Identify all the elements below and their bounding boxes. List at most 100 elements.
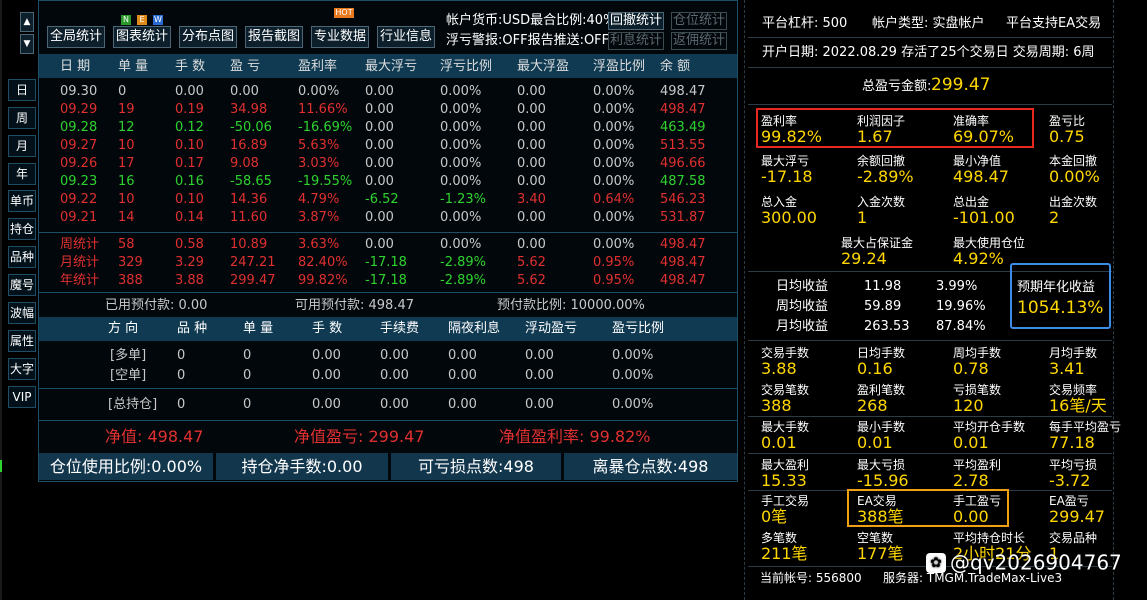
metric-value: 300.00	[761, 208, 817, 227]
metric-value: 0.78	[953, 359, 989, 378]
metric-label: 交易手数	[761, 346, 810, 360]
metric-label: 最大手数	[761, 420, 810, 434]
scroll-down-button[interactable]: ▼	[20, 34, 34, 54]
industry-info-button[interactable]: 行业信息	[377, 26, 435, 48]
metric-value: 211笔	[761, 544, 808, 563]
sidebar-item[interactable]: 属性	[8, 330, 36, 352]
position-header: 浮动盈亏	[525, 321, 578, 336]
metric-value: 0.01	[953, 433, 989, 452]
metric-value: 0.01	[857, 433, 893, 452]
table-cell: 16	[118, 174, 135, 189]
table-cell: 0.00	[517, 84, 546, 99]
table-cell: 0.00	[517, 210, 546, 225]
sidebar-item[interactable]: 单币	[8, 190, 36, 212]
table-cell: 0.00	[365, 84, 394, 99]
metric-label: 最小净值	[953, 154, 1002, 168]
sidebar-item[interactable]: 周	[8, 107, 36, 129]
metric-value: -3.72	[1049, 471, 1091, 490]
report-screenshot-button[interactable]: 报告截图	[245, 26, 303, 48]
sidebar-item[interactable]: 魔号	[8, 274, 36, 296]
highlight-box-red	[756, 108, 1034, 148]
metric-label: 月均手数	[1049, 346, 1098, 360]
table-cell: 0.16	[175, 174, 204, 189]
global-stats-button[interactable]: 全局统计	[47, 26, 105, 48]
metric-label: 手工交易	[761, 494, 810, 508]
table-cell: 09.28	[60, 120, 98, 135]
sidebar-item[interactable]: 日	[8, 79, 36, 101]
metric-label: 总入金	[761, 195, 798, 209]
sidebar-item[interactable]: 年	[8, 163, 36, 185]
avg-label: 月均收益	[776, 319, 829, 334]
metric-value: 299.47	[1049, 507, 1105, 526]
metric-label: 平均盈利	[953, 458, 1002, 472]
table-cell: 0.00%	[593, 102, 635, 117]
metric-label: 最大浮亏	[761, 154, 810, 168]
table-cell: 09.26	[60, 156, 98, 171]
distribution-chart-button[interactable]: 分布点图	[179, 26, 237, 48]
summary-cell: 3.63%	[298, 237, 340, 252]
metric-label: 平均开仓手数	[953, 420, 1026, 434]
position-cell: 0	[177, 368, 186, 383]
summary-cell: 10.89	[230, 237, 268, 252]
summary-cell: 299.47	[230, 273, 276, 288]
metric-value: 0.16	[857, 359, 893, 378]
position-cell: 0	[243, 368, 252, 383]
summary-cell: 498.47	[660, 273, 706, 288]
position-cell: 0.00%	[612, 368, 654, 383]
position-header: 手 数	[312, 321, 343, 336]
position-divider	[39, 388, 737, 389]
summary-cell: -17.18	[365, 255, 407, 270]
table-cell: 09.23	[60, 174, 98, 189]
highlight-box-orange	[847, 489, 1009, 527]
rebate-stats-button[interactable]: 返佣统计	[671, 32, 727, 50]
sidebar-item[interactable]: 品种	[8, 246, 36, 268]
table-cell: 0.17	[175, 156, 204, 171]
position-header: 手续费	[380, 321, 420, 336]
interest-stats-button[interactable]: 利息统计	[608, 32, 664, 50]
net-pl: 净值盈亏: 299.47	[294, 427, 425, 446]
pro-data-button[interactable]: 专业数据	[311, 26, 369, 48]
ea-support: 平台支持EA交易	[1006, 16, 1102, 31]
divider	[748, 104, 1112, 105]
drawdown-stats-button[interactable]: 回撤统计	[608, 12, 664, 30]
summary-cell: 388	[118, 273, 143, 288]
avg-percent: 19.96%	[936, 299, 986, 314]
sidebar-item[interactable]: 持仓	[8, 218, 36, 240]
position-header: 单 量	[243, 321, 274, 336]
position-cell: 0.00	[525, 348, 554, 363]
sidebar-item[interactable]: VIP	[8, 386, 36, 408]
table-header: 手 数	[175, 59, 206, 74]
metric-label: 入金次数	[857, 195, 906, 209]
table-cell: 0.00%	[593, 84, 635, 99]
summary-cell: 周统计	[60, 237, 100, 252]
table-cell: 0.10	[175, 192, 204, 207]
position-cell: 0.00%	[612, 348, 654, 363]
table-cell: -1.23%	[440, 192, 486, 207]
summary-cell: 0.95%	[593, 255, 635, 270]
scroll-up-button[interactable]: ▲	[20, 12, 34, 32]
metric-label: 最大使用仓位	[953, 236, 1026, 250]
table-cell: 10	[118, 138, 135, 153]
summary-cell: 0.00	[365, 237, 394, 252]
new-badge-n: N	[121, 15, 131, 25]
avg-value: 11.98	[864, 279, 902, 294]
annual-return-label: 预期年化收益	[1017, 280, 1096, 295]
position-header: 方 向	[108, 321, 139, 336]
table-divider	[39, 232, 737, 233]
table-cell: 10	[118, 192, 135, 207]
divider	[748, 37, 1112, 38]
table-cell: 09.27	[60, 138, 98, 153]
avg-percent: 87.84%	[936, 319, 986, 334]
summary-cell: -2.89%	[440, 273, 486, 288]
table-cell: 34.98	[230, 102, 268, 117]
sidebar-item[interactable]: 波幅	[8, 302, 36, 324]
sidebar-item[interactable]: 大字	[8, 358, 36, 380]
position-stats-button[interactable]: 仓位统计	[671, 12, 727, 30]
sidebar-item[interactable]: 月	[8, 135, 36, 157]
metric-label: 平均持仓时长	[953, 531, 1026, 545]
chart-stats-button[interactable]: 图表统计	[113, 26, 171, 48]
table-cell: 0.00	[517, 120, 546, 135]
table-cell: 0.00%	[440, 84, 482, 99]
table-cell: 463.49	[660, 120, 706, 135]
table-cell: 0.00	[365, 174, 394, 189]
